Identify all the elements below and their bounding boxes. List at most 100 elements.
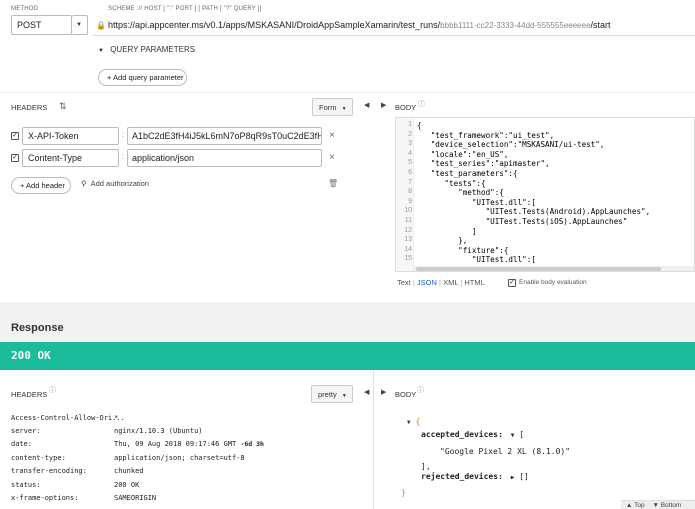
resp-header-value: SAMEORIGIN — [114, 494, 157, 502]
help-icon[interactable]: ⓘ — [49, 385, 56, 395]
line-number: 4 — [408, 149, 412, 157]
remove-header-1-icon[interactable]: × — [329, 130, 335, 141]
bottom-button[interactable]: ▼ Bottom — [652, 502, 681, 509]
bottom-label: Bottom — [660, 502, 682, 509]
divider — [0, 92, 695, 93]
headers-format-select[interactable]: Form ▼ — [312, 98, 353, 116]
scroll-nav: ▲ Top ▼ Bottom — [621, 500, 695, 509]
header-2-value[interactable]: application/json — [127, 149, 322, 167]
json-accepted-key: accepted_devices: — [421, 430, 503, 439]
expand-right-icon[interactable]: ▶ — [381, 101, 386, 109]
response-format-select[interactable]: pretty ▼ — [311, 385, 353, 403]
resp-header-value: Thu, 09 Aug 2018 09:17:46 GMT -6d 3h — [114, 440, 264, 448]
query-params-toggle[interactable]: ▼ QUERY PARAMETERS — [98, 45, 195, 54]
scrollbar-thumb[interactable] — [416, 267, 661, 271]
method-value: POST — [17, 20, 42, 30]
headers-label: HEADERS — [11, 103, 48, 112]
code-line: "UITest.Tests(Android).AppLaunches", — [417, 207, 651, 217]
header-1-checkbox[interactable]: ✓ — [11, 132, 19, 140]
code-line: "test_parameters":{ — [417, 169, 518, 178]
format-tab-xml[interactable]: XML — [443, 278, 458, 287]
header-2-checkbox[interactable]: ✓ — [11, 154, 19, 162]
caret-down-icon: ▼ — [510, 432, 515, 439]
json-array-close: ], — [421, 462, 431, 471]
body-format-tabs: Text | JSON | XML | HTML — [397, 278, 485, 287]
resp-header-name: date: — [11, 440, 33, 448]
add-header-button[interactable]: + Add header — [11, 177, 71, 194]
code-line: "UITest.dll":[ — [417, 255, 536, 265]
help-icon[interactable]: ⓘ — [418, 99, 425, 109]
code-line: "test_framework":"ui_test", — [417, 130, 555, 140]
collapse-left-icon[interactable]: ◀ — [364, 101, 369, 109]
resp-header-value: 200 OK — [114, 481, 140, 489]
format-tab-html[interactable]: HTML — [464, 278, 484, 287]
url-label: SCHEME :// HOST [ ":" PORT ] [ PATH [ "?… — [108, 6, 262, 12]
caret-down-icon: ▼ — [98, 48, 104, 54]
url-value: https://api.appcenter.ms/v0.1/apps/MSKAS… — [108, 20, 441, 30]
caret-down-icon: ▼ — [76, 22, 82, 28]
json-rejected-value: [] — [519, 472, 529, 481]
header-2-separator: : — [122, 152, 125, 161]
arrow-down-icon: ▼ — [652, 502, 659, 509]
json-rejected-row[interactable]: rejected_devices: ▶ [] — [421, 472, 529, 481]
help-icon[interactable]: ⓘ — [417, 385, 424, 395]
json-root-toggle[interactable]: ▼ { — [407, 417, 420, 426]
url-input[interactable]: 🔒 https://api.appcenter.ms/v0.1/apps/MSK… — [93, 16, 695, 36]
code-line: "fixture":{ — [417, 245, 509, 255]
status-bar: 200 OK — [0, 342, 695, 370]
code-line: "device_selection":"MSKASANI/ui-test", — [417, 140, 605, 150]
line-number: 14 — [404, 245, 412, 253]
line-number: 5 — [408, 159, 412, 167]
json-accepted-value: "Google Pixel 2 XL (8.1.0)" — [440, 447, 571, 456]
expand-right-icon[interactable]: ▶ — [381, 388, 386, 396]
code-line: "method":{ — [417, 188, 504, 198]
method-select[interactable]: POST — [11, 15, 72, 35]
json-accepted-row[interactable]: accepted_devices: ▼ [ — [421, 430, 524, 439]
remove-header-2-icon[interactable]: × — [329, 152, 335, 163]
resp-header-date: Thu, 09 Aug 2018 09:17:46 GMT — [114, 440, 237, 448]
code-line: "UITest.Tests(iOS).AppLaunches" — [417, 217, 628, 226]
line-number: 1 — [408, 121, 412, 128]
line-number: 9 — [408, 197, 412, 205]
horizontal-scrollbar[interactable] — [414, 266, 694, 271]
request-panel: METHOD POST ▼ SCHEME :// HOST [ ":" PORT… — [0, 0, 695, 302]
enable-body-eval-checkbox[interactable]: ✓ — [508, 279, 516, 287]
caret-down-icon: ▼ — [341, 106, 347, 112]
query-params-label: QUERY PARAMETERS — [110, 45, 196, 54]
resp-header-value: chunked — [114, 467, 144, 475]
line-number: 12 — [404, 226, 412, 234]
resp-header-ago: -6d 3h — [240, 440, 264, 448]
lock-icon: 🔒 — [96, 21, 106, 30]
json-close-brace: } — [401, 488, 406, 497]
code-line: "tests":{ — [417, 178, 486, 188]
response-headers-label: HEADERS — [11, 390, 48, 399]
sort-icon[interactable]: ⇅ — [59, 101, 67, 112]
top-button[interactable]: ▲ Top — [626, 502, 645, 509]
resp-header-value: application/json; charset=utf-8 — [114, 454, 245, 462]
line-number: 8 — [408, 188, 412, 196]
add-authorization-link[interactable]: ⚲ Add authorization — [81, 179, 149, 188]
resp-header-value: nginx/1.10.3 (Ubuntu) — [114, 427, 203, 435]
arrow-up-icon: ▲ — [626, 502, 633, 509]
code-line: "UITest.dll":[ — [417, 197, 536, 207]
response-title: Response — [11, 322, 64, 334]
json-rejected-key: rejected_devices: — [421, 472, 503, 481]
collapse-left-icon[interactable]: ◀ — [364, 388, 369, 396]
header-1-name[interactable]: X-API-Token — [22, 127, 119, 145]
resp-header-value: * — [114, 414, 119, 422]
code-line: { — [417, 121, 422, 130]
code-line: "test_series":"apimaster", — [417, 159, 550, 169]
resp-header-name: content-type: — [11, 454, 66, 462]
trash-icon[interactable]: 🗑 — [328, 179, 338, 188]
header-2-name[interactable]: Content-Type — [22, 149, 119, 167]
format-tab-json[interactable]: JSON — [417, 278, 437, 287]
format-tab-text[interactable]: Text — [397, 278, 411, 287]
url-value-end: /start — [590, 20, 611, 30]
body-editor[interactable]: 1 {2 "test_framework":"ui_test", 3 "device… — [395, 117, 695, 272]
resp-header-name: transfer-encoding: — [11, 467, 87, 475]
key-icon: ⚲ — [81, 179, 87, 188]
line-number: 15 — [404, 255, 412, 263]
add-query-param-button[interactable]: + Add query parameter — [98, 69, 187, 86]
header-1-value[interactable]: A1bC2dE3fH4iJ5kL6mN7oP8qR9sT0uC2dE3fH4 — [127, 127, 322, 145]
method-dropdown-toggle[interactable]: ▼ — [72, 15, 88, 35]
